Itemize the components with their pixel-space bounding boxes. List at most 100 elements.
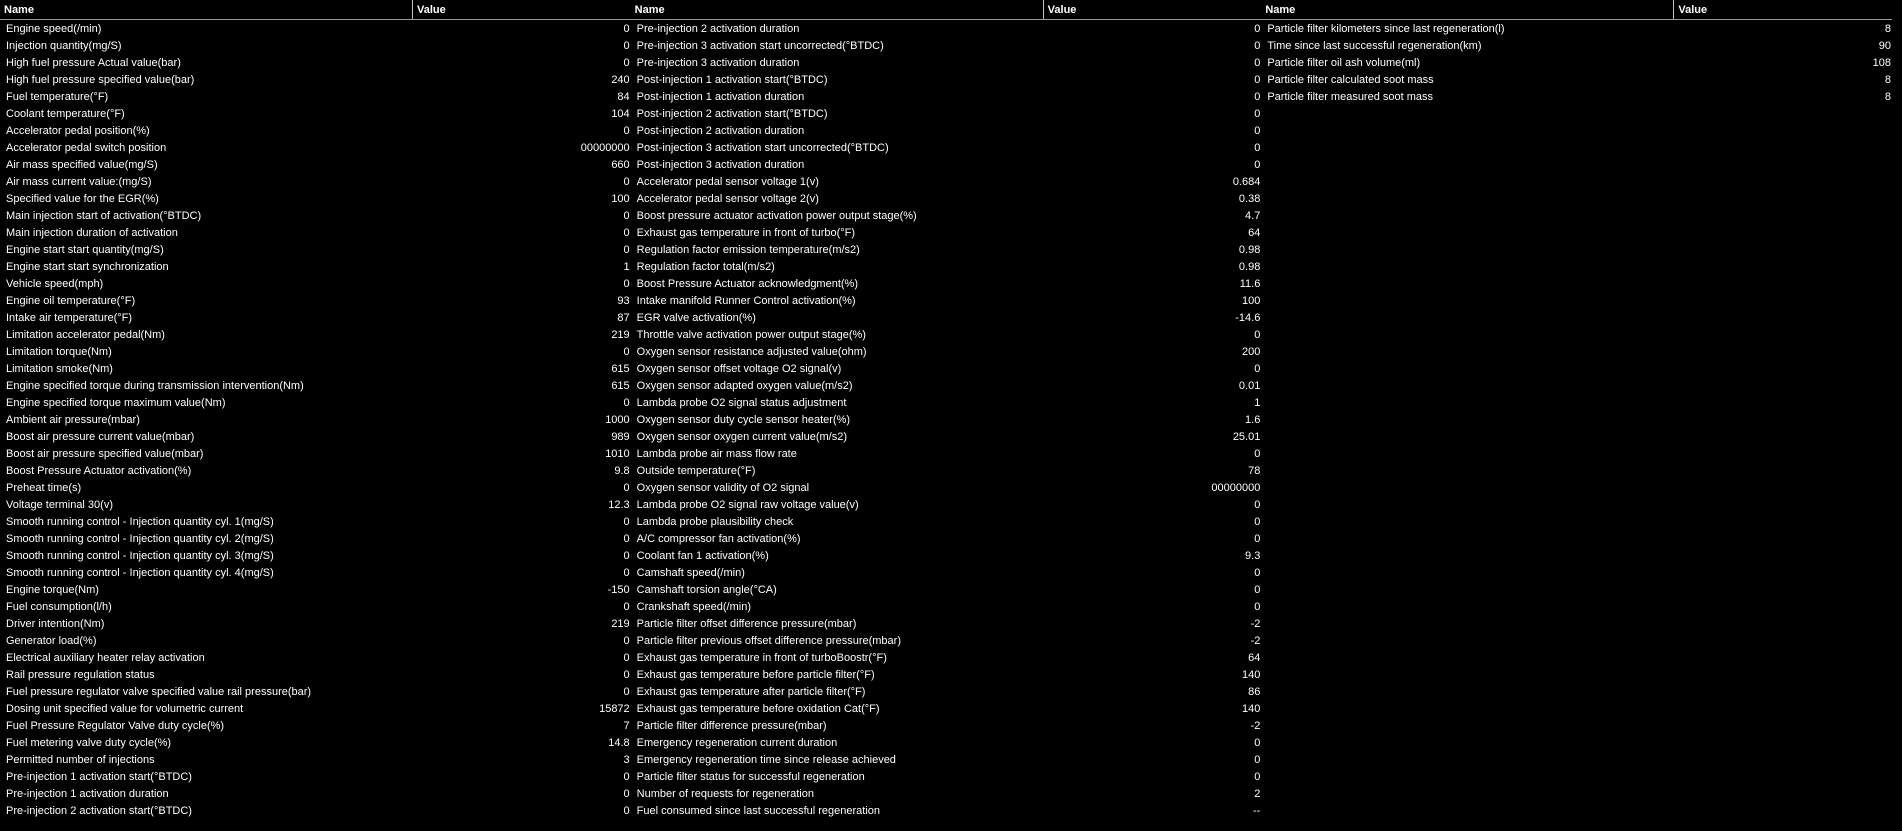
table-row[interactable]: Particle filter status for successful re… [631,769,1262,786]
table-row[interactable]: Limitation torque(Nm) 0 [0,344,631,361]
table-row[interactable]: Particle filter kilometers since last re… [1261,21,1892,38]
table-row[interactable]: Boost air pressure current value(mbar) 98… [0,429,631,446]
table-row[interactable]: Generator load(%) 0 [0,633,631,650]
table-row[interactable]: Accelerator pedal sensor voltage 1(v) 0.6… [631,174,1262,191]
table-row[interactable]: Lambda probe O2 signal status adjustment… [631,395,1262,412]
table-row[interactable]: Post-injection 3 activation duration 0 [631,157,1262,174]
table-row[interactable]: Accelerator pedal switch position 0000000… [0,140,631,157]
table-row[interactable]: Engine torque(Nm) -150 [0,582,631,599]
table-row[interactable]: Smooth running control - Injection quant… [0,531,631,548]
table-row[interactable]: Engine specified torque maximum value(Nm… [0,395,631,412]
table-row[interactable]: Exhaust gas temperature before particle … [631,667,1262,684]
table-row[interactable]: Fuel metering valve duty cycle(%) 14.8 [0,735,631,752]
table-row[interactable]: Engine start start quantity(mg/S) 0 [0,242,631,259]
table-row[interactable]: Accelerator pedal sensor voltage 2(v) 0.3… [631,191,1262,208]
table-row[interactable]: Post-injection 1 activation duration 0 [631,89,1262,106]
table-row[interactable]: Intake manifold Runner Control activatio… [631,293,1262,310]
table-row[interactable]: Number of requests for regeneration 2 [631,786,1262,803]
column-header-value[interactable]: Value [1044,0,1262,19]
table-row[interactable]: Accelerator pedal position(%) 0 [0,123,631,140]
table-row[interactable]: Ambient air pressure(mbar) 1000 [0,412,631,429]
table-row[interactable]: Pre-injection 1 activation start(°BTDC) 0 [0,769,631,786]
table-row[interactable]: Oxygen sensor adapted oxygen value(m/s2)… [631,378,1262,395]
table-row[interactable]: Camshaft torsion angle(°CA) 0 [631,582,1262,599]
table-row[interactable]: Boost Pressure Actuator activation(%) 9.8 [0,463,631,480]
table-row[interactable]: Post-injection 2 activation duration 0 [631,123,1262,140]
table-row[interactable]: Post-injection 1 activation start(°BTDC)… [631,72,1262,89]
table-row[interactable]: Coolant fan 1 activation(%) 9.3 [631,548,1262,565]
table-row[interactable]: Fuel consumed since last successful rege… [631,803,1262,820]
table-row[interactable]: Emergency regeneration current duration 0 [631,735,1262,752]
table-row[interactable]: Air mass specified value(mg/S) 660 [0,157,631,174]
table-row[interactable]: Particle filter oil ash volume(ml) 108 [1261,55,1892,72]
table-row[interactable]: Voltage terminal 30(v) 12.3 [0,497,631,514]
table-row[interactable]: Coolant temperature(°F) 104 [0,106,631,123]
table-row[interactable]: Pre-injection 2 activation start(°BTDC) 0 [0,803,631,820]
table-row[interactable]: Limitation smoke(Nm) 615 [0,361,631,378]
table-row[interactable]: Vehicle speed(mph) 0 [0,276,631,293]
table-row[interactable]: Specified value for the EGR(%) 100 [0,191,631,208]
table-row[interactable]: Outside temperature(°F) 78 [631,463,1262,480]
table-row[interactable]: Engine oil temperature(°F) 93 [0,293,631,310]
table-row[interactable]: Exhaust gas temperature before oxidation… [631,701,1262,718]
table-row[interactable]: Emergency regeneration time since releas… [631,752,1262,769]
table-row[interactable]: Electrical auxiliary heater relay activa… [0,650,631,667]
table-row[interactable]: Time since last successful regeneration(… [1261,38,1892,55]
table-row[interactable]: Post-injection 2 activation start(°BTDC)… [631,106,1262,123]
table-row[interactable]: Lambda probe O2 signal raw voltage value… [631,497,1262,514]
table-row[interactable]: Boost pressure actuator activation power… [631,208,1262,225]
table-row[interactable]: Post-injection 3 activation start uncorr… [631,140,1262,157]
table-row[interactable]: Lambda probe plausibility check 0 [631,514,1262,531]
table-row[interactable]: Pre-injection 1 activation duration 0 [0,786,631,803]
table-row[interactable]: Throttle valve activation power output s… [631,327,1262,344]
column-header-name[interactable]: Name [1261,0,1675,19]
table-row[interactable]: Particle filter measured soot mass 8 [1261,89,1892,106]
table-row[interactable]: High fuel pressure specified value(bar) 2… [0,72,631,89]
table-row[interactable]: Pre-injection 2 activation duration 0 [631,21,1262,38]
table-row[interactable]: Regulation factor emission temperature(m… [631,242,1262,259]
table-row[interactable]: Preheat time(s) 0 [0,480,631,497]
table-row[interactable]: Intake air temperature(°F) 87 [0,310,631,327]
table-row[interactable]: Camshaft speed(/min) 0 [631,565,1262,582]
table-row[interactable]: Engine speed(/min) 0 [0,21,631,38]
table-row[interactable]: Particle filter previous offset differen… [631,633,1262,650]
table-row[interactable]: Oxygen sensor oxygen current value(m/s2)… [631,429,1262,446]
column-header-value[interactable]: Value [413,0,631,19]
table-row[interactable]: Engine specified torque during transmiss… [0,378,631,395]
table-row[interactable]: Pre-injection 3 activation duration 0 [631,55,1262,72]
table-row[interactable]: Oxygen sensor resistance adjusted value(… [631,344,1262,361]
table-row[interactable]: Fuel consumption(l/h) 0 [0,599,631,616]
table-row[interactable]: Fuel temperature(°F) 84 [0,89,631,106]
table-row[interactable]: Exhaust gas temperature in front of turb… [631,650,1262,667]
table-row[interactable]: Particle filter offset difference pressu… [631,616,1262,633]
table-row[interactable]: A/C compressor fan activation(%) 0 [631,531,1262,548]
table-row[interactable]: Air mass current value:(mg/S) 0 [0,174,631,191]
table-row[interactable]: Fuel Pressure Regulator Valve duty cycle… [0,718,631,735]
column-header-name[interactable]: Name [631,0,1044,19]
table-row[interactable]: Main injection duration of activation 0 [0,225,631,242]
table-row[interactable]: Driver intention(Nm) 219 [0,616,631,633]
table-row[interactable]: Oxygen sensor offset voltage O2 signal(v… [631,361,1262,378]
table-row[interactable]: Pre-injection 3 activation start uncorre… [631,38,1262,55]
table-row[interactable]: Rail pressure regulation status 0 [0,667,631,684]
table-row[interactable]: Engine start start synchronization 1 [0,259,631,276]
table-row[interactable]: Particle filter calculated soot mass 8 [1261,72,1892,89]
table-row[interactable]: Injection quantity(mg/S) 0 [0,38,631,55]
table-row[interactable]: Exhaust gas temperature after particle f… [631,684,1262,701]
table-row[interactable]: Main injection start of activation(°BTDC… [0,208,631,225]
table-row[interactable]: Oxygen sensor validity of O2 signal 00000… [631,480,1262,497]
table-row[interactable]: Particle filter difference pressure(mbar… [631,718,1262,735]
table-row[interactable]: Fuel pressure regulator valve specified … [0,684,631,701]
table-row[interactable]: Limitation accelerator pedal(Nm) 219 [0,327,631,344]
table-row[interactable]: Regulation factor total(m/s2) 0.98 [631,259,1262,276]
table-row[interactable]: Oxygen sensor duty cycle sensor heater(%… [631,412,1262,429]
table-row[interactable]: Crankshaft speed(/min) 0 [631,599,1262,616]
table-row[interactable]: Smooth running control - Injection quant… [0,565,631,582]
table-row[interactable]: Boost Pressure Actuator acknowledgment(%… [631,276,1262,293]
table-row[interactable]: Permitted number of injections 3 [0,752,631,769]
table-row[interactable]: High fuel pressure Actual value(bar) 0 [0,55,631,72]
table-row[interactable]: Boost air pressure specified value(mbar)… [0,446,631,463]
table-row[interactable]: Dosing unit specified value for volumetr… [0,701,631,718]
table-row[interactable]: EGR valve activation(%) -14.6 [631,310,1262,327]
column-header-value[interactable]: Value [1674,0,1892,19]
